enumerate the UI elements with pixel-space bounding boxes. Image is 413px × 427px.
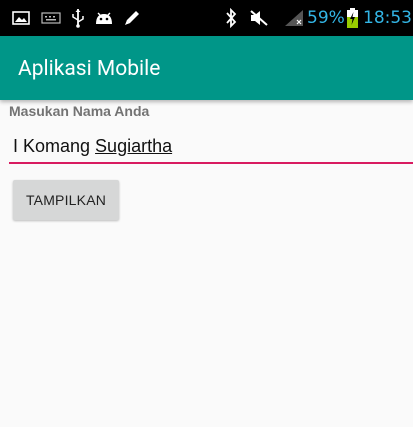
android-debug-icon	[92, 0, 116, 36]
keyboard-icon	[40, 0, 62, 36]
signal-icon	[282, 0, 306, 36]
name-field-label: Masukan Nama Anda	[9, 103, 150, 119]
app-title: Aplikasi Mobile	[18, 57, 161, 81]
name-input-value-composing: Sugiartha	[95, 136, 173, 156]
name-input-value[interactable]: I Komang Sugiartha	[13, 136, 172, 157]
image-icon	[10, 0, 32, 36]
main-content: Masukan Nama Anda I Komang Sugiartha TAM…	[0, 100, 413, 427]
usb-icon	[68, 0, 88, 36]
battery-charging-icon	[345, 0, 359, 36]
battery-percent: 59%	[307, 8, 345, 28]
status-bar: 59% 18:53	[0, 0, 413, 36]
name-input[interactable]: I Komang Sugiartha	[9, 124, 413, 164]
clock: 18:53	[363, 8, 412, 28]
bluetooth-icon	[222, 0, 240, 36]
mute-icon	[247, 0, 271, 36]
pencil-icon	[121, 0, 143, 36]
show-button[interactable]: TAMPILKAN	[13, 180, 119, 220]
name-input-value-plain: I Komang	[13, 136, 96, 156]
app-bar: Aplikasi Mobile	[0, 36, 413, 100]
phone-screen: 59% 18:53 Aplikasi Mobile Masukan Nama A…	[0, 0, 413, 427]
